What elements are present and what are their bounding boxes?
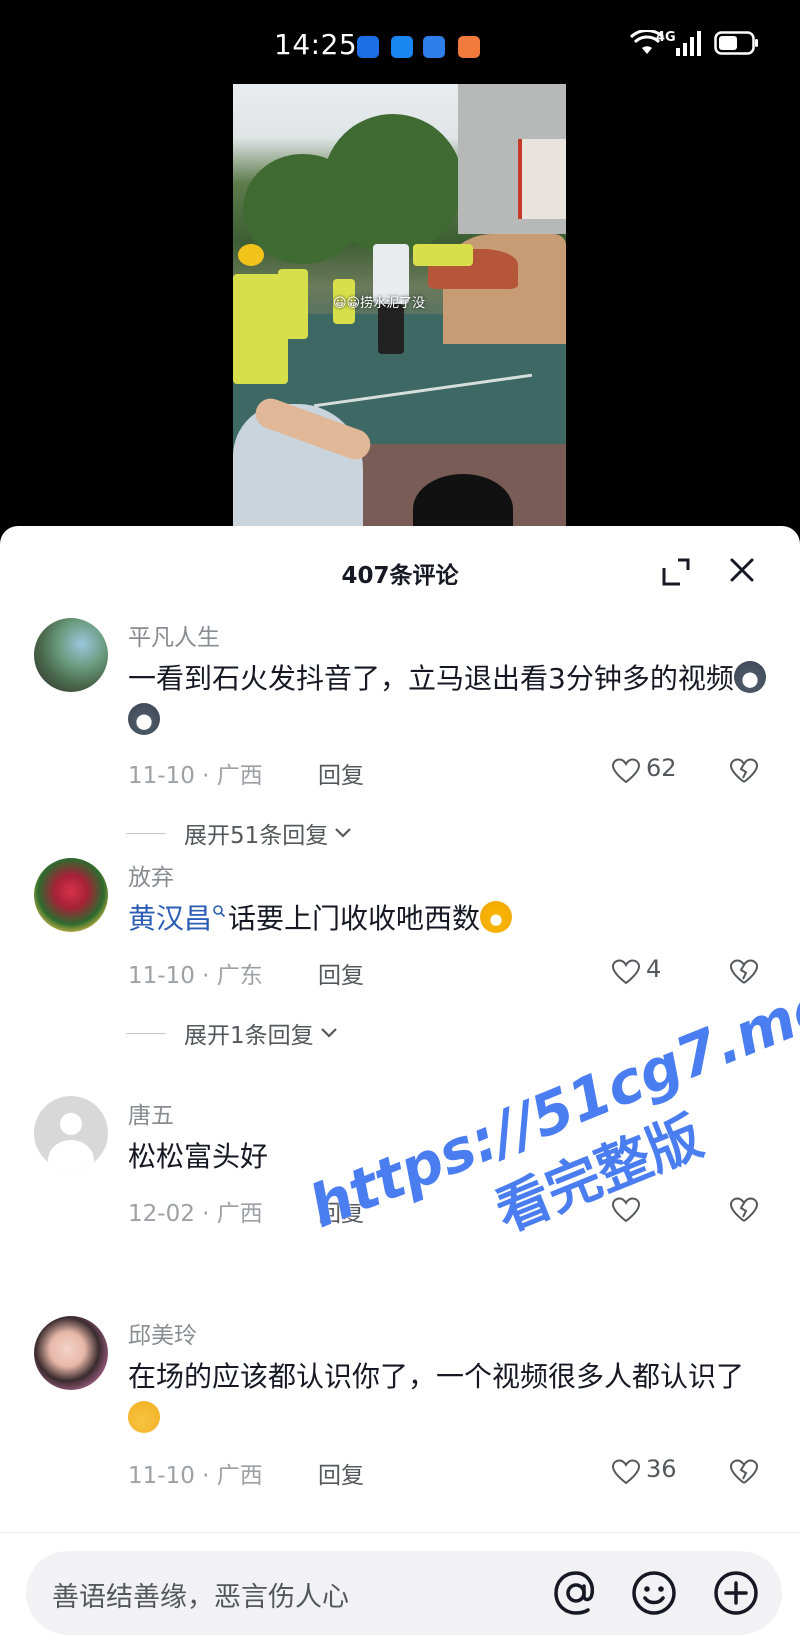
- comment-username[interactable]: 放弃: [128, 858, 174, 892]
- avatar[interactable]: [34, 1316, 108, 1390]
- comments-header: 407条评论: [0, 526, 800, 618]
- video-workers-group: [413, 244, 473, 266]
- avatar[interactable]: [34, 858, 108, 932]
- status-time: 14:25: [274, 28, 358, 61]
- comment-date-location: 11-10 · 广西: [128, 763, 263, 789]
- comment-username[interactable]: 邱美玲: [128, 1316, 197, 1350]
- expand-replies-label: 展开51条回复: [184, 823, 329, 849]
- broken-heart-dislike-icon[interactable]: [730, 1459, 758, 1485]
- comment-meta: 11-10 · 广西 回复: [128, 756, 364, 790]
- arrow-up-app-icon: [391, 36, 413, 58]
- video-caption: 😀😀捞水泥了没: [333, 296, 426, 311]
- comment-input-placeholder: 善语结善缘，恶言伤人心: [52, 1582, 349, 1613]
- comment-username[interactable]: 唐五: [128, 1096, 174, 1130]
- comment-item: 唐五 松松富头好 12-02 · 广西 回复: [0, 1096, 800, 1256]
- comments-panel: 407条评论 平凡人生 一看到石火发抖音了，立马退出看3分钟多的视频 11-10…: [0, 526, 800, 1649]
- comment-date-location: 11-10 · 广西: [128, 1463, 263, 1489]
- comment-meta: 12-02 · 广西 回复: [128, 1194, 364, 1228]
- avatar[interactable]: [34, 618, 108, 692]
- battery-icon: [714, 30, 760, 56]
- chevron-down-icon: [320, 1028, 337, 1038]
- comment-meta: 11-10 · 广东 回复: [128, 956, 364, 990]
- comment-input-bar: 善语结善缘，恶言伤人心: [0, 1532, 800, 1649]
- comment-date-location: 12-02 · 广西: [128, 1201, 263, 1227]
- cube-app-icon: [423, 36, 445, 58]
- comment-input[interactable]: 善语结善缘，恶言伤人心: [26, 1551, 782, 1635]
- avatar-body: [48, 1140, 94, 1170]
- video-person-legs: [378, 304, 404, 354]
- plus-icon[interactable]: [711, 1568, 761, 1618]
- video-worker: [278, 269, 308, 339]
- broken-heart-dislike-icon[interactable]: [730, 1197, 758, 1223]
- heart-like-icon[interactable]: [612, 1197, 640, 1223]
- thinking-emoji-icon: [128, 1401, 160, 1433]
- comment-text: 松松富头好: [128, 1140, 269, 1173]
- comment-item: 邱美玲 在场的应该都认识你了，一个视频很多人都认识了 11-10 · 广西 回复…: [0, 1316, 800, 1516]
- expand-replies-button[interactable]: 展开1条回复: [126, 1016, 338, 1050]
- heart-like-icon[interactable]: [612, 1459, 640, 1485]
- comment-text-content: 在场的应该都认识你了，一个视频很多人都认识了: [128, 1360, 745, 1393]
- mention-link[interactable]: 黄汉昌: [128, 902, 212, 935]
- reply-button[interactable]: 回复: [318, 1194, 364, 1228]
- signal-icon: [674, 30, 704, 56]
- reply-button[interactable]: 回复: [318, 1456, 364, 1490]
- expand-replies-label: 展开1条回复: [184, 1023, 314, 1049]
- close-icon[interactable]: [727, 555, 757, 585]
- comment-meta: 11-10 · 广西 回复: [128, 1456, 364, 1490]
- comment-text: 黄汉昌 话要上门收收吔西数: [128, 898, 768, 940]
- grin-emoji-icon: [480, 901, 513, 933]
- comment-item: 放弃 黄汉昌 话要上门收收吔西数 11-10 · 广东 回复 4 展开1条回复: [0, 858, 800, 1098]
- video-player[interactable]: 😀😀捞水泥了没: [0, 84, 800, 534]
- expand-icon[interactable]: [660, 556, 692, 588]
- video-sign: [518, 139, 566, 219]
- like-count: 36: [646, 1455, 677, 1483]
- wolf-emoji-icon: [128, 703, 160, 735]
- comment-text: 一看到石火发抖音了，立马退出看3分钟多的视频: [128, 658, 768, 742]
- wolf-emoji-icon: [733, 661, 766, 693]
- expand-replies-button[interactable]: 展开51条回复: [126, 816, 352, 850]
- wifi-icon: [630, 30, 664, 56]
- emoji-smile-icon[interactable]: [629, 1568, 679, 1618]
- comment-date-location: 11-10 · 广东: [128, 963, 263, 989]
- video-helmet: [238, 244, 264, 266]
- at-mention-icon[interactable]: [551, 1568, 601, 1618]
- search-icon[interactable]: [212, 904, 226, 918]
- heart-app-icon: [458, 36, 480, 58]
- heart-like-icon[interactable]: [612, 758, 640, 784]
- shield-app-icon: [357, 36, 379, 58]
- like-count: 4: [646, 955, 662, 983]
- comment-item: 平凡人生 一看到石火发抖音了，立马退出看3分钟多的视频 11-10 · 广西 回…: [0, 618, 800, 878]
- comment-text: 在场的应该都认识你了，一个视频很多人都认识了: [128, 1356, 768, 1440]
- video-frame[interactable]: 😀😀捞水泥了没: [233, 84, 566, 534]
- divider: [126, 832, 166, 834]
- reply-button[interactable]: 回复: [318, 756, 364, 790]
- comment-text-content: 话要上门收收吔西数: [228, 902, 481, 935]
- like-count: 62: [646, 754, 677, 782]
- divider: [126, 1032, 166, 1034]
- broken-heart-dislike-icon[interactable]: [730, 758, 758, 784]
- comment-username[interactable]: 平凡人生: [128, 618, 220, 652]
- heart-like-icon[interactable]: [612, 959, 640, 985]
- chevron-down-icon: [335, 828, 352, 838]
- comment-text-content: 一看到石火发抖音了，立马退出看3分钟多的视频: [128, 662, 734, 695]
- video-tree: [323, 114, 463, 254]
- status-bar: 14:25 4G: [0, 0, 800, 84]
- avatar-head: [60, 1113, 82, 1135]
- broken-heart-dislike-icon[interactable]: [730, 959, 758, 985]
- reply-button[interactable]: 回复: [318, 956, 364, 990]
- default-avatar-icon[interactable]: [34, 1096, 108, 1170]
